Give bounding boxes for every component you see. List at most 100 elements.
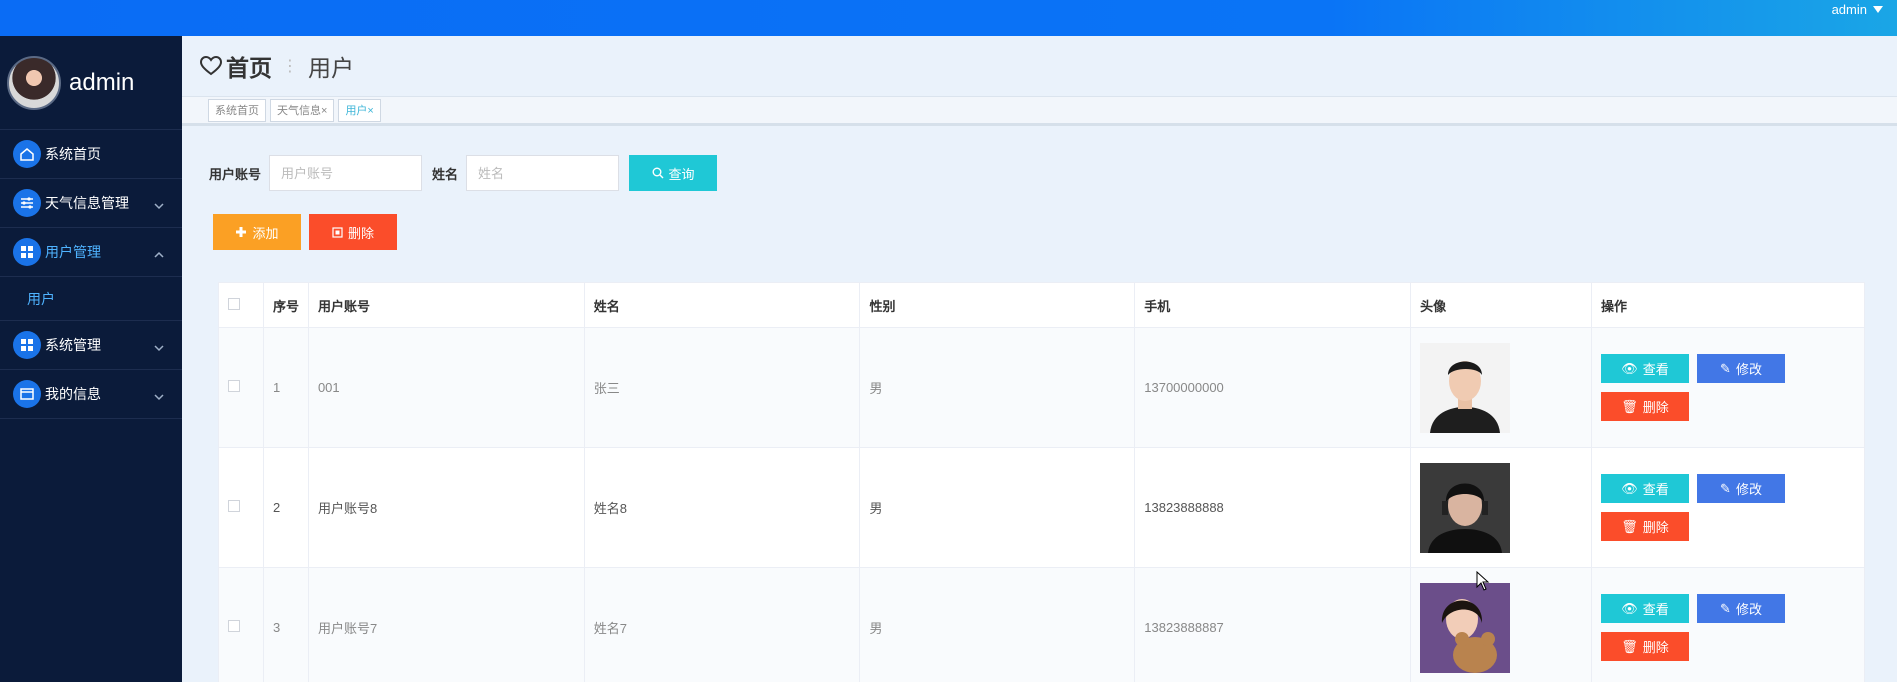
column-header: 操作 — [1591, 282, 1865, 328]
trash-icon: 🗑 — [1621, 398, 1638, 414]
row-select-cell — [218, 447, 264, 568]
row-checkbox[interactable] — [228, 380, 240, 392]
add-button-label: 添加 — [252, 225, 279, 241]
cell-operations: 👁 查看 ✎ 修改 🗑 删除 — [1591, 447, 1865, 568]
sidebar-item-label: 天气信息管理 — [45, 195, 129, 211]
chevron-up-icon — [154, 246, 164, 262]
edit-button-label: 修改 — [1735, 362, 1762, 377]
cell-name: 姓名8 — [583, 447, 861, 568]
cell-account: 001 — [307, 327, 585, 448]
user-photo — [1420, 582, 1511, 673]
sidebar-item-myinfo[interactable]: 我的信息 — [0, 370, 182, 419]
tag-home[interactable]: 系统首页 — [208, 98, 266, 122]
table-header-row: 序号 用户账号 姓名 性别 手机 头像 操作 — [218, 282, 1865, 328]
cell-phone: 13700000000 — [1134, 327, 1412, 448]
chevron-down-icon — [154, 197, 164, 213]
action-bar: 添加 删除 — [213, 214, 397, 250]
user-table: 序号 用户账号 姓名 性别 手机 头像 操作 1 001 张三 男 137000… — [218, 282, 1865, 682]
cell-account: 用户账号7 — [307, 567, 585, 682]
caret-down-icon — [1873, 6, 1883, 13]
row-select-cell — [218, 327, 264, 448]
page-title: 用户 — [308, 55, 354, 81]
table-row: 3 用户账号7 姓名7 男 13823888887 👁 查看 ✎ 修改 🗑 删除 — [218, 567, 1865, 682]
pencil-icon: ✎ — [1720, 480, 1731, 496]
trash-icon: 🗑 — [1621, 518, 1638, 534]
batch-delete-button-label: 删除 — [347, 225, 374, 241]
sidebar: admin 系统首页 天气信息管理 用户管理 用户 系统管理 我的信息 — [0, 36, 182, 682]
edit-button-label: 修改 — [1735, 602, 1762, 617]
cell-index: 1 — [262, 327, 309, 448]
delete-button-label: 删除 — [1642, 520, 1669, 535]
delete-button[interactable]: 🗑 删除 — [1601, 392, 1689, 421]
eye-icon: 👁 — [1621, 600, 1638, 616]
column-header: 手机 — [1134, 282, 1412, 328]
table-row: 2 用户账号8 姓名8 男 13823888888 👁 查看 ✎ 修改 🗑 删除 — [218, 447, 1865, 568]
table-row: 1 001 张三 男 13700000000 👁 查看 ✎ 修改 🗑 删除 — [218, 327, 1865, 448]
view-button[interactable]: 👁 查看 — [1601, 354, 1689, 383]
cell-phone: 13823888887 — [1134, 567, 1412, 682]
edit-button[interactable]: ✎ 修改 — [1697, 354, 1785, 383]
delete-button[interactable]: 🗑 删除 — [1601, 512, 1689, 541]
cell-account: 用户账号8 — [307, 447, 585, 568]
sidebar-item-home[interactable]: 系统首页 — [0, 130, 182, 179]
cell-name: 姓名7 — [583, 567, 861, 682]
brand-name: admin — [69, 68, 135, 96]
user-menu[interactable]: admin — [1832, 2, 1883, 17]
mouse-cursor-icon — [1476, 571, 1490, 591]
column-header: 姓名 — [583, 282, 861, 328]
name-label: 姓名 — [432, 166, 459, 182]
avatar — [7, 55, 61, 110]
query-button-label: 查询 — [668, 166, 695, 182]
plus-icon — [236, 227, 247, 237]
user-name: admin — [1831, 2, 1867, 17]
column-header: 性别 — [859, 282, 1136, 328]
sidebar-item-weather[interactable]: 天气信息管理 — [0, 179, 182, 228]
home-icon — [13, 140, 41, 168]
batch-delete-button[interactable]: 删除 — [309, 214, 397, 250]
chevron-down-icon — [154, 339, 164, 355]
edit-button-label: 修改 — [1735, 482, 1762, 497]
cell-avatar — [1410, 447, 1592, 568]
cell-name: 张三 — [583, 327, 861, 448]
view-button[interactable]: 👁 查看 — [1601, 474, 1689, 503]
sidebar-item-users[interactable]: 用户管理 — [0, 228, 182, 277]
header-select-all — [218, 282, 264, 328]
sidebar-item-label: 我的信息 — [45, 386, 101, 402]
top-bar: admin — [0, 0, 1897, 36]
query-button[interactable]: 查询 — [629, 155, 718, 191]
search-icon — [652, 167, 664, 179]
add-button[interactable]: 添加 — [213, 214, 301, 250]
user-photo — [1420, 342, 1511, 433]
trash-icon: 🗑 — [1621, 638, 1638, 654]
sidebar-item-label: 用户管理 — [45, 244, 101, 260]
tag-weather[interactable]: 天气信息× — [270, 98, 335, 122]
user-photo — [1420, 462, 1511, 553]
breadcrumb-home[interactable]: 首页 — [200, 49, 272, 83]
breadcrumb: 首页 ⋮ 用户 — [182, 36, 1897, 96]
breadcrumb-home-label: 首页 — [226, 55, 272, 81]
edit-button[interactable]: ✎ 修改 — [1697, 474, 1785, 503]
select-all-checkbox[interactable] — [228, 297, 240, 310]
delete-icon — [332, 226, 343, 238]
cell-phone: 13823888888 — [1134, 447, 1412, 568]
tags-bar: 系统首页 天气信息× 用户× — [182, 96, 1897, 126]
row-checkbox[interactable] — [228, 620, 240, 632]
sidebar-subitem-user[interactable]: 用户 — [0, 277, 182, 321]
cell-index: 3 — [262, 567, 309, 682]
row-checkbox[interactable] — [228, 500, 240, 512]
name-input[interactable] — [466, 155, 620, 191]
pencil-icon: ✎ — [1720, 360, 1731, 376]
breadcrumb-separator: ⋮ — [282, 58, 298, 75]
cell-avatar — [1410, 567, 1592, 682]
sidebar-item-system[interactable]: 系统管理 — [0, 321, 182, 370]
sidebar-brand: admin — [0, 36, 182, 130]
delete-button-label: 删除 — [1642, 640, 1669, 655]
cell-index: 2 — [262, 447, 309, 568]
cell-gender: 男 — [859, 327, 1136, 448]
delete-button[interactable]: 🗑 删除 — [1601, 632, 1689, 661]
delete-button-label: 删除 — [1642, 400, 1669, 415]
tag-user[interactable]: 用户× — [338, 98, 381, 122]
account-input[interactable] — [269, 155, 423, 191]
view-button[interactable]: 👁 查看 — [1601, 594, 1689, 623]
edit-button[interactable]: ✎ 修改 — [1697, 594, 1785, 623]
